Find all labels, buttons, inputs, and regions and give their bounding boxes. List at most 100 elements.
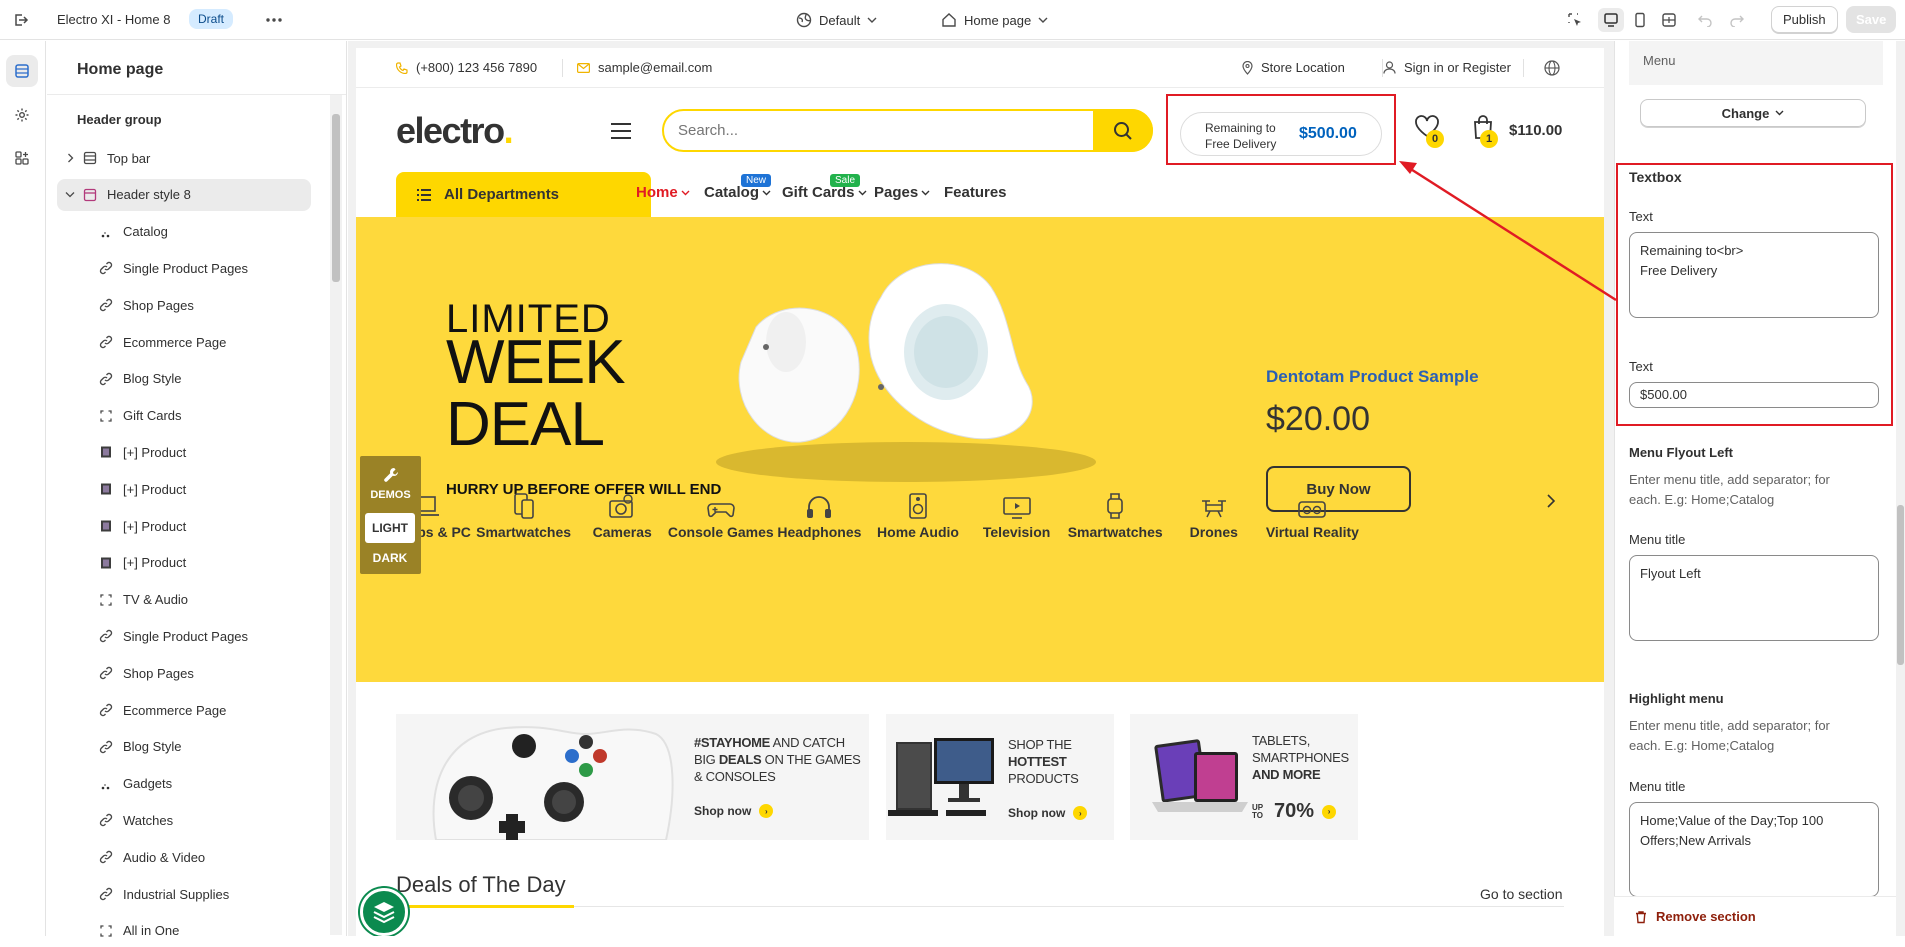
redo-icon[interactable] bbox=[1724, 8, 1750, 32]
store-preview: (+800) 123 456 7890 sample@email.com Sto… bbox=[356, 48, 1604, 936]
sidebar-item[interactable]: All in One bbox=[57, 915, 311, 947]
remove-section-button[interactable]: Remove section bbox=[1614, 896, 1896, 936]
banner-hottest-shop-now[interactable]: Shop now › bbox=[1008, 806, 1088, 820]
search-input[interactable] bbox=[664, 122, 1064, 139]
promo-banner-tablets[interactable]: TABLETS, SMARTPHONES AND MORE UP TO 70% … bbox=[1130, 714, 1358, 840]
sections-icon[interactable] bbox=[6, 55, 38, 87]
light-mode-button[interactable]: LIGHT bbox=[365, 513, 415, 543]
category-item[interactable]: Television bbox=[962, 486, 1072, 540]
banner-games-shop-now[interactable]: Shop now › bbox=[694, 804, 774, 818]
category-item[interactable]: Smartwatches bbox=[1060, 486, 1170, 540]
settings-scrollbar[interactable] bbox=[1896, 41, 1905, 936]
theme-settings-icon[interactable] bbox=[6, 99, 38, 131]
sidebar-item[interactable]: Gadgets bbox=[57, 768, 311, 800]
promo-banner-games[interactable]: #STAYHOME AND CATCH BIG DEALS ON THE GAM… bbox=[396, 714, 869, 840]
chevron-down-icon[interactable] bbox=[65, 191, 75, 198]
category-item[interactable]: Cameras bbox=[567, 486, 677, 540]
sidebar-item[interactable]: Ecommerce Page bbox=[57, 694, 311, 726]
sidebar-item-label: Top bar bbox=[107, 150, 151, 166]
chevron-right-icon[interactable] bbox=[1546, 494, 1556, 508]
chevron-right-icon[interactable] bbox=[67, 153, 74, 163]
hamburger-menu-icon[interactable] bbox=[610, 122, 632, 140]
nav-home[interactable]: Home bbox=[636, 184, 690, 201]
sidebar-item[interactable]: Header style 8 bbox=[57, 178, 311, 211]
wishlist-button[interactable]: 0 bbox=[1414, 114, 1444, 148]
sidebar-item-label: [+] Product bbox=[123, 555, 187, 571]
sidebar-item[interactable]: Shop Pages bbox=[57, 289, 311, 321]
language-globe-icon[interactable] bbox=[1544, 60, 1560, 76]
sidebar-item[interactable]: Audio & Video bbox=[57, 841, 311, 873]
sidebar-item[interactable]: Ecommerce Page bbox=[57, 326, 311, 358]
sidebar-item[interactable]: Single Product Pages bbox=[57, 252, 311, 284]
category-item[interactable]: Drones bbox=[1159, 486, 1269, 540]
sidebar-item[interactable]: TV & Audio bbox=[57, 584, 311, 616]
page-selector[interactable]: Home page bbox=[941, 8, 1048, 32]
inspector-icon[interactable] bbox=[1562, 8, 1588, 32]
link-icon bbox=[97, 738, 115, 756]
shop-now-label: Shop now bbox=[1008, 806, 1066, 820]
banner-tablets-line2: SMARTPHONES bbox=[1252, 750, 1349, 765]
sidebar-item[interactable]: Catalog bbox=[57, 216, 311, 248]
store-location-label: Store Location bbox=[1261, 60, 1345, 75]
sidebar-item[interactable]: [+] Product bbox=[57, 473, 311, 505]
go-to-section-link[interactable]: Go to section bbox=[1480, 886, 1563, 902]
sidebar-item[interactable]: Watches bbox=[57, 804, 311, 836]
search-button[interactable] bbox=[1093, 109, 1153, 152]
sidebar-item[interactable]: Single Product Pages bbox=[57, 620, 311, 652]
speaker-icon bbox=[863, 486, 973, 520]
sidebar-item-label: Ecommerce Page bbox=[123, 702, 227, 718]
fullscreen-view-icon[interactable] bbox=[1656, 8, 1682, 32]
apps-icon[interactable] bbox=[6, 142, 38, 174]
demos-button[interactable]: DEMOS bbox=[360, 456, 421, 512]
category-item[interactable]: Smartwatches bbox=[469, 486, 579, 540]
sidebar-item[interactable]: Gift Cards bbox=[57, 400, 311, 432]
gamepad-icon bbox=[666, 486, 776, 520]
sidebar-item[interactable]: Top bar bbox=[57, 142, 311, 174]
hero-product-name[interactable]: Dentotam Product Sample bbox=[1266, 367, 1479, 387]
more-actions-icon[interactable] bbox=[262, 10, 286, 30]
sidebar-heading: Home page bbox=[47, 41, 346, 95]
mobile-view-icon[interactable] bbox=[1627, 8, 1653, 32]
category-item[interactable]: Headphones bbox=[764, 486, 874, 540]
sidebar-item[interactable]: [+] Product bbox=[57, 547, 311, 579]
save-button[interactable]: Save bbox=[1846, 6, 1897, 33]
nav-features[interactable]: Features bbox=[944, 184, 1007, 201]
nav-pages[interactable]: Pages bbox=[874, 184, 930, 201]
dark-mode-button[interactable]: DARK bbox=[365, 545, 415, 571]
desktop-view-icon[interactable] bbox=[1598, 8, 1624, 32]
promo-banner-hottest[interactable]: SHOP THE HOTTEST PRODUCTS Shop now › bbox=[886, 714, 1114, 840]
change-menu-button[interactable]: Change bbox=[1640, 99, 1866, 127]
highlight-menu-title-label: Menu title bbox=[1629, 779, 1686, 794]
cart-button[interactable]: 1 bbox=[1472, 114, 1498, 148]
sidebar-item[interactable]: [+] Product bbox=[57, 510, 311, 542]
tablets-image bbox=[1152, 739, 1248, 812]
nav-gift-cards[interactable]: Gift Cards Sale bbox=[782, 174, 867, 201]
category-item[interactable]: Virtual Reality bbox=[1257, 486, 1367, 540]
all-departments-label: All Departments bbox=[444, 186, 560, 203]
store-location-link[interactable]: Store Location bbox=[1242, 60, 1345, 75]
category-item[interactable]: Console Games bbox=[666, 486, 776, 540]
category-item[interactable]: Home Audio bbox=[863, 486, 973, 540]
highlight-menu-title-field[interactable]: Home;Value of the Day;Top 100 Offers;New… bbox=[1629, 802, 1879, 897]
nav-catalog[interactable]: Catalog New bbox=[704, 174, 772, 201]
store-logo[interactable]: electro. bbox=[396, 110, 513, 152]
sign-in-link[interactable]: Sign in or Register bbox=[1383, 60, 1511, 75]
undo-icon[interactable] bbox=[1692, 8, 1718, 32]
exit-icon[interactable] bbox=[10, 10, 32, 30]
sidebar-item[interactable]: Shop Pages bbox=[57, 657, 311, 689]
sidebar-item[interactable]: Blog Style bbox=[57, 731, 311, 763]
email-address: sample@email.com bbox=[598, 60, 713, 75]
flyout-menu-title-field[interactable]: Flyout Left bbox=[1629, 555, 1879, 641]
phone-item[interactable]: (+800) 123 456 7890 bbox=[396, 60, 537, 75]
arrow-right-icon[interactable]: › bbox=[1322, 804, 1337, 819]
sidebar-item[interactable]: Industrial Supplies bbox=[57, 878, 311, 910]
sidebar-scroll-thumb[interactable] bbox=[332, 114, 340, 282]
email-item[interactable]: sample@email.com bbox=[577, 60, 712, 75]
app-launcher-logo-icon[interactable] bbox=[360, 888, 408, 936]
theme-selector[interactable]: Default bbox=[796, 8, 877, 32]
sidebar-item[interactable]: [+] Product bbox=[57, 436, 311, 468]
publish-button[interactable]: Publish bbox=[1771, 6, 1838, 33]
all-departments-button[interactable]: All Departments bbox=[396, 172, 651, 217]
sidebar-item[interactable]: Blog Style bbox=[57, 363, 311, 395]
settings-scroll-thumb[interactable] bbox=[1897, 505, 1904, 665]
